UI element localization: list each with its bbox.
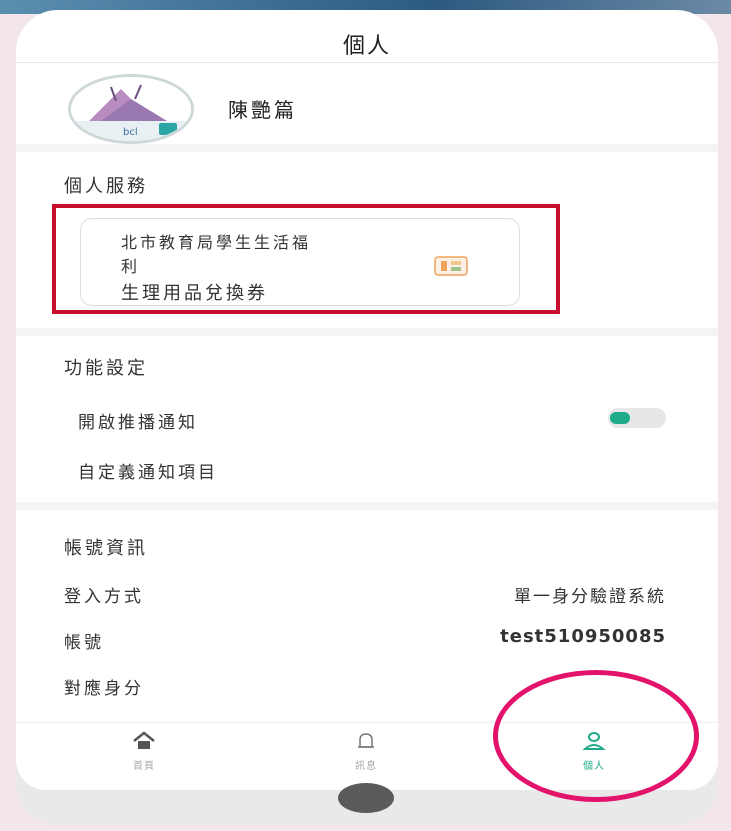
bell-icon — [358, 733, 374, 748]
section-separator — [16, 328, 718, 336]
avatar[interactable]: bcl — [68, 74, 194, 144]
push-notification-toggle[interactable] — [608, 408, 666, 428]
toggle-knob — [610, 412, 630, 424]
section-title-account-info: 帳號資訊 — [64, 538, 148, 559]
account-value: test510950085 — [500, 626, 666, 647]
account-label: 帳號 — [64, 633, 104, 653]
circle-annotation — [493, 670, 699, 802]
nav-item-home[interactable]: 首頁 — [94, 729, 194, 772]
svg-text:bcl: bcl — [123, 127, 138, 138]
nav-label-home: 首頁 — [133, 761, 155, 772]
phone-home-button[interactable] — [338, 783, 394, 813]
divider — [16, 62, 718, 63]
highlight-annotation-box — [52, 204, 560, 314]
section-title-function-settings: 功能設定 — [64, 358, 148, 379]
page-title: 個人 — [342, 34, 391, 59]
login-method-value: 單一身分驗證系統 — [514, 587, 666, 607]
home-icon — [133, 731, 155, 749]
avatar-image-icon: bcl — [71, 77, 191, 141]
section-title-personal-service: 個人服務 — [64, 176, 148, 197]
profile-name: 陳艷篇 — [228, 98, 297, 122]
custom-notification-item[interactable]: 自定義通知項目 — [78, 458, 218, 483]
identity-label: 對應身分 — [64, 679, 144, 699]
section-separator — [16, 144, 718, 152]
section-separator — [16, 502, 718, 510]
push-notification-label: 開啟推播通知 — [78, 413, 198, 433]
login-method-label: 登入方式 — [64, 587, 144, 607]
nav-item-messages[interactable]: 訊息 — [316, 729, 416, 772]
nav-label-messages: 訊息 — [355, 761, 377, 772]
